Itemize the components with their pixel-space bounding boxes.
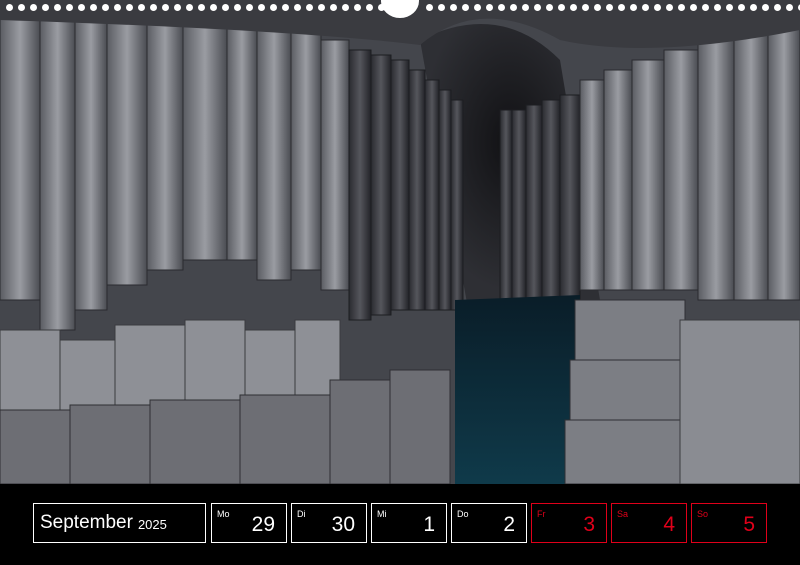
- binding-hole: [90, 4, 97, 11]
- binding-hole: [714, 4, 721, 11]
- binding-hole: [378, 4, 385, 11]
- binding-hole: [630, 4, 637, 11]
- binding-hole: [582, 4, 589, 11]
- day-number: 5: [743, 513, 755, 536]
- day-of-week: Sa: [617, 509, 629, 519]
- day-number: 30: [331, 513, 355, 536]
- basalt-cave-photo: [0, 0, 800, 484]
- day-cell-weekend: Sa 4: [611, 503, 687, 543]
- binding-hole: [738, 4, 745, 11]
- binding-hole: [66, 4, 73, 11]
- binding-hole: [102, 4, 109, 11]
- binding-hole: [234, 4, 241, 11]
- cave-illustration: [0, 0, 800, 484]
- binding-hole: [174, 4, 181, 11]
- binding-hole: [642, 4, 649, 11]
- binding-hole: [306, 4, 313, 11]
- day-cell: Di 30: [291, 503, 367, 543]
- binding-hole: [366, 4, 373, 11]
- binding-hole: [594, 4, 601, 11]
- binding-hole: [618, 4, 625, 11]
- binding-hole: [750, 4, 757, 11]
- day-cell-weekend: Fr 3: [531, 503, 607, 543]
- binding-hole: [222, 4, 229, 11]
- day-of-week: Fr: [537, 509, 546, 519]
- day-cell: Mo 29: [211, 503, 287, 543]
- binding-hole: [450, 4, 457, 11]
- binding-hole: [318, 4, 325, 11]
- binding-hole: [534, 4, 541, 11]
- binding-hole: [114, 4, 121, 11]
- binding-hole: [702, 4, 709, 11]
- binding-hole: [198, 4, 205, 11]
- binding-hole: [558, 4, 565, 11]
- day-number: 1: [423, 513, 435, 536]
- binding-hole: [6, 4, 13, 11]
- day-of-week: Do: [457, 509, 469, 519]
- day-of-week: Mo: [217, 509, 230, 519]
- binding-hole: [474, 4, 481, 11]
- day-cell: Do 2: [451, 503, 527, 543]
- binding-hole: [282, 4, 289, 11]
- day-number: 29: [251, 513, 275, 536]
- day-cell: Mi 1: [371, 503, 447, 543]
- calendar-strip: September 2025 Mo 29 Di 30 Mi 1 Do 2 Fr …: [0, 484, 800, 565]
- binding-hole: [42, 4, 49, 11]
- month-year: 2025: [137, 517, 167, 532]
- day-number: 4: [663, 513, 675, 536]
- binding-hole: [54, 4, 61, 11]
- binding-hole: [570, 4, 577, 11]
- binding-hole: [690, 4, 697, 11]
- binding-hole: [150, 4, 157, 11]
- binding-hole: [258, 4, 265, 11]
- month-label: September 2025: [33, 503, 206, 543]
- binding-hole: [426, 4, 433, 11]
- binding-hole: [606, 4, 613, 11]
- binding-hole: [162, 4, 169, 11]
- binding-hole: [294, 4, 301, 11]
- binding-hole: [786, 4, 793, 11]
- binding-hole: [354, 4, 361, 11]
- binding-hole: [438, 4, 445, 11]
- binding-hole: [342, 4, 349, 11]
- binding-hole: [522, 4, 529, 11]
- binding-hole: [186, 4, 193, 11]
- binding-hole: [762, 4, 769, 11]
- hanger-cutout: [381, 0, 419, 18]
- spiral-binding: [0, 0, 800, 18]
- day-number: 2: [503, 513, 515, 536]
- binding-hole: [270, 4, 277, 11]
- binding-hole: [210, 4, 217, 11]
- binding-hole: [486, 4, 493, 11]
- binding-hole: [666, 4, 673, 11]
- binding-hole: [510, 4, 517, 11]
- binding-hole: [654, 4, 661, 11]
- binding-hole: [30, 4, 37, 11]
- day-of-week: Mi: [377, 509, 387, 519]
- binding-hole: [246, 4, 253, 11]
- day-cell-weekend: So 5: [691, 503, 767, 543]
- binding-hole: [678, 4, 685, 11]
- day-number: 3: [583, 513, 595, 536]
- binding-hole: [498, 4, 505, 11]
- day-of-week: So: [697, 509, 709, 519]
- binding-hole: [546, 4, 553, 11]
- binding-hole: [78, 4, 85, 11]
- binding-hole: [462, 4, 469, 11]
- binding-hole: [126, 4, 133, 11]
- binding-hole: [18, 4, 25, 11]
- day-of-week: Di: [297, 509, 306, 519]
- binding-hole: [330, 4, 337, 11]
- binding-hole: [726, 4, 733, 11]
- binding-hole: [774, 4, 781, 11]
- month-name: September: [40, 512, 133, 533]
- binding-hole: [138, 4, 145, 11]
